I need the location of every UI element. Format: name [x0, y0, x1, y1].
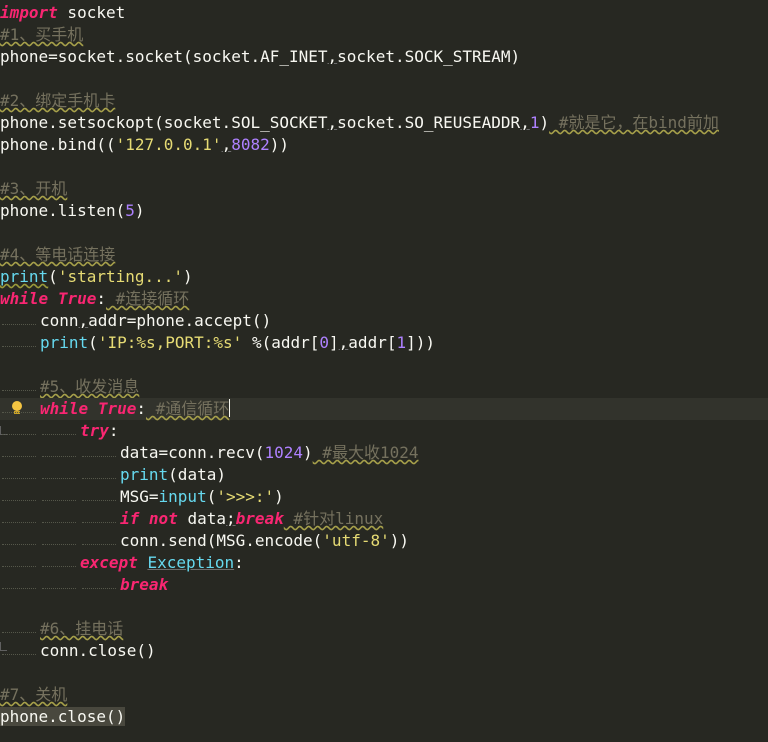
code-line-2: #1、买手机 — [0, 24, 768, 46]
code-line-7: phone.bind(('127.0.0.1',8082)) — [0, 135, 289, 154]
comment: #1、买手机 — [0, 25, 84, 44]
indent-guide — [0, 376, 40, 398]
code-line-6: phone.setsockopt(socket.SOL_SOCKET,socke… — [0, 113, 719, 132]
code-line-27: break — [0, 574, 768, 596]
comment: #6、挂电话 — [40, 619, 124, 638]
code-line-10: phone.listen(5) — [0, 201, 145, 220]
code-line-5: #2、绑定手机卡 — [0, 90, 768, 112]
keyword-import: import — [0, 3, 58, 22]
comment: #3、开机 — [0, 179, 68, 198]
code-line-15: conn,addr=phone.accept() — [0, 310, 768, 332]
code-line-25: conn.send(MSG.encode('utf-8')) — [0, 530, 768, 552]
code-line-22: print(data) — [0, 464, 768, 486]
code-line-14: while True: #连接循环 — [0, 289, 190, 308]
indent-guide — [0, 310, 40, 332]
code-line-19: while True: #通信循环 — [0, 398, 768, 420]
code-line-21: data=conn.recv(1024) #最大收1024 — [0, 442, 768, 464]
code-line-20: try: — [0, 420, 768, 442]
code-line-24: if not data;break #针对linux — [0, 508, 768, 530]
code-line-29: #6、挂电话 — [0, 618, 768, 640]
exception-class[interactable]: Exception — [147, 553, 234, 572]
code-line-23: MSG=input('>>>:') — [0, 486, 768, 508]
code-line-26: except Exception: — [0, 552, 768, 574]
comment: #7、关机 — [0, 685, 68, 704]
comment: #4、等电话连接 — [0, 245, 116, 264]
comment: #连接循环 — [105, 289, 190, 308]
code-line-13: print('starting...') — [0, 267, 193, 286]
text-cursor — [229, 399, 231, 417]
code-editor[interactable]: import socket #1、买手机 phone=socket.socket… — [0, 0, 768, 742]
code-line-16: print('IP:%s,PORT:%s' %(addr[0],addr[1])… — [0, 332, 768, 354]
code-line-30: conn.close() — [0, 640, 768, 662]
comment: #通信循环 — [145, 399, 230, 418]
comment: #2、绑定手机卡 — [0, 91, 116, 110]
code-line-3: phone=socket.socket(socket.AF_INET,socke… — [0, 47, 521, 66]
selected-text: phone.close() — [0, 707, 126, 726]
comment: #针对linux — [283, 509, 384, 528]
code-line-33: phone.close() — [0, 706, 768, 728]
indent-guide — [0, 332, 40, 354]
code-line-12: #4、等电话连接 — [0, 244, 768, 266]
comment: #就是它，在bind前加 — [549, 113, 719, 132]
code-line-18: #5、收发消息 — [0, 376, 768, 398]
code-line-9: #3、开机 — [0, 178, 768, 200]
code-line-1: import socket — [0, 3, 126, 22]
indent-guide — [0, 398, 40, 420]
comment: #最大收1024 — [312, 443, 419, 462]
code-line-32: #7、关机 — [0, 684, 768, 706]
comment: #5、收发消息 — [40, 377, 140, 396]
